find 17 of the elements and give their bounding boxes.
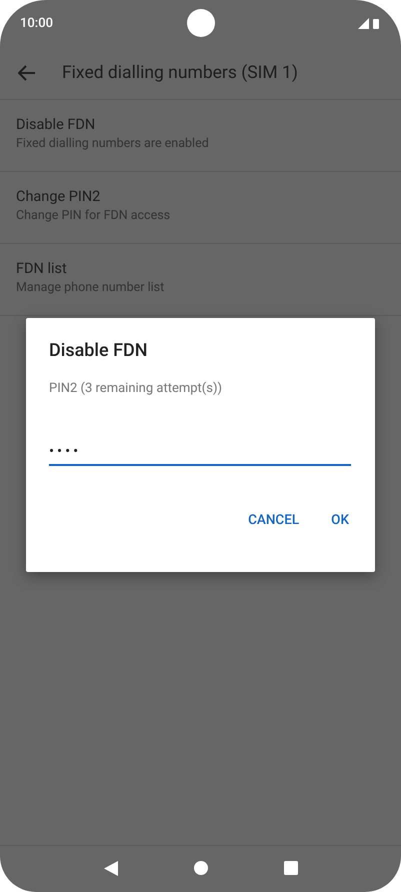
item-title: FDN list [16,260,68,277]
screen-title: Fixed dialling numbers (SIM 1) [62,62,298,82]
dialog-title: Disable FDN [49,340,149,361]
battery-icon [373,18,379,28]
camera-cutout [187,9,215,37]
dialog-message: PIN2 (3 remaining attempt(s)) [49,381,224,396]
signal-icon [358,18,369,28]
item-title: Change PIN2 [16,188,102,205]
back-icon[interactable] [104,860,118,876]
dialog-button[interactable]: CANCEL [238,506,310,534]
item-title: Disable FDN [16,116,96,133]
recents-icon[interactable] [284,861,298,875]
back-arrow-icon[interactable] [18,64,36,80]
pin-input-field[interactable]: •••• [49,438,351,466]
home-icon[interactable] [194,861,208,875]
status-time: 10:00 [20,16,53,30]
dialog-button[interactable]: OK [321,506,359,534]
